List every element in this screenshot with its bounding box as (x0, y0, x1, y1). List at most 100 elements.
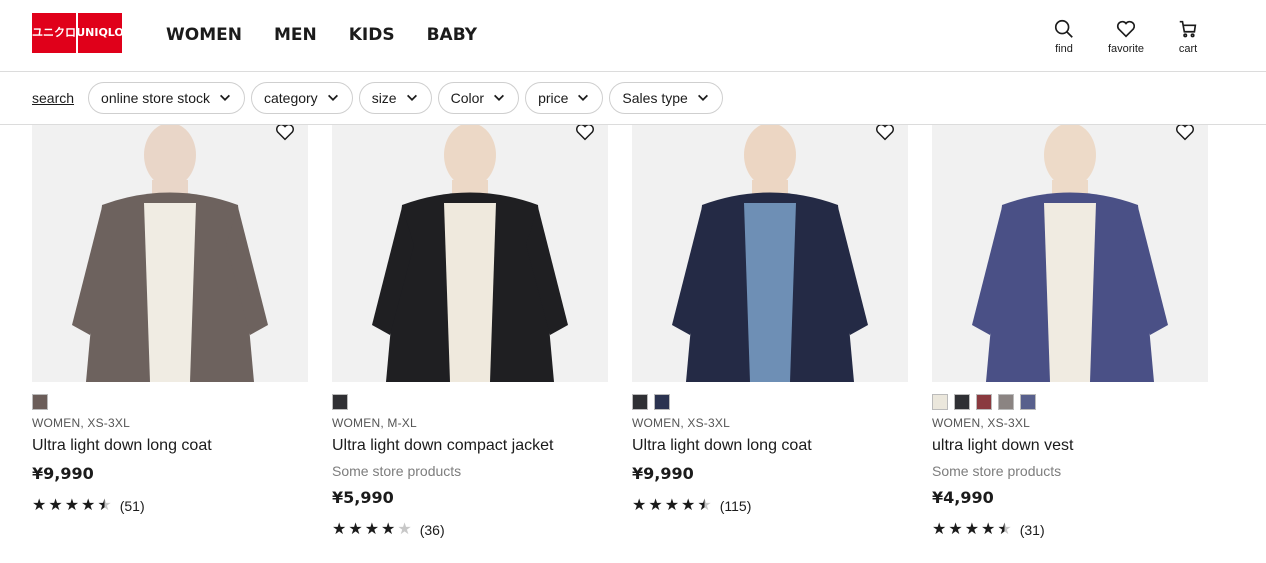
find-label: find (1055, 43, 1073, 55)
chevron-down-icon (219, 94, 230, 101)
color-swatches (32, 394, 308, 410)
find-button[interactable]: find (1044, 18, 1084, 55)
review-count[interactable]: (36) (420, 522, 445, 538)
header-utilities: find favorite cart (1044, 18, 1208, 55)
availability-note: Some store products (932, 463, 1062, 479)
star-icon: ★ (348, 521, 363, 538)
cart-label: cart (1178, 43, 1198, 55)
filter-label: category (263, 90, 318, 106)
star-icon: ★ (397, 521, 412, 538)
star-icon: ★ (697, 497, 712, 514)
product-image[interactable] (632, 125, 908, 382)
product-card[interactable]: WOMEN, XS-3XL ultra light down vest Some… (932, 125, 1208, 538)
filter-category[interactable]: category (250, 82, 353, 114)
color-swatches (332, 394, 608, 410)
model-photo (72, 125, 268, 382)
star-icon: ★ (932, 521, 947, 538)
search-link[interactable]: search (32, 90, 74, 106)
filter-label: online store stock (101, 90, 210, 106)
star-icon: ★ (948, 521, 963, 538)
review-count[interactable]: (115) (720, 498, 752, 514)
star-icon: ★ (32, 497, 47, 514)
color-swatches (632, 394, 908, 410)
heart-icon[interactable] (574, 125, 596, 143)
product-name[interactable]: Ultra light down long coat (32, 437, 308, 455)
filter-label: price (538, 90, 569, 106)
search-icon (1054, 19, 1073, 38)
chevron-down-icon (697, 94, 708, 101)
nav-kids[interactable]: KIDS (349, 25, 395, 45)
star-icon: ★ (632, 497, 647, 514)
star-icon: ★ (64, 497, 80, 514)
uniqlo-logo[interactable]: ユニクロ UNIQLO (32, 13, 124, 53)
product-card[interactable]: WOMEN, M-XL Ultra light down compact jac… (332, 125, 608, 538)
nav-men[interactable]: MEN (274, 25, 317, 45)
color-swatch[interactable] (632, 394, 648, 410)
star-icon: ★ (997, 521, 1012, 538)
filter-color[interactable]: Color (437, 82, 520, 114)
product-price: ¥9,990 (632, 464, 694, 483)
product-image[interactable] (32, 125, 308, 382)
filter-sales-type[interactable]: Sales type (609, 82, 723, 114)
product-rating: ★ ★ ★ ★ ★ (36) (332, 521, 608, 539)
product-image[interactable] (932, 125, 1208, 382)
product-image[interactable] (332, 125, 608, 382)
product-price: ¥4,990 (932, 488, 994, 507)
model-photo (972, 125, 1168, 382)
color-swatch[interactable] (1020, 394, 1036, 410)
cart-icon (1179, 20, 1197, 38)
chevron-down-icon (327, 94, 338, 101)
product-meta: WOMEN, XS-3XL (32, 416, 130, 430)
color-swatch[interactable] (954, 394, 970, 410)
star-icon: ★ (664, 497, 680, 514)
main-nav: WOMEN MEN KIDS BABY (166, 25, 477, 45)
star-icon: ★ (964, 521, 980, 538)
product-name[interactable]: ultra light down vest (932, 437, 1208, 455)
favorite-button[interactable]: favorite (1106, 18, 1146, 55)
heart-icon[interactable] (874, 125, 896, 143)
logo-latin: UNIQLO (76, 26, 124, 39)
review-count[interactable]: (51) (120, 498, 145, 514)
product-card[interactable]: WOMEN, XS-3XL Ultra light down long coat… (632, 125, 908, 538)
filter-price[interactable]: price (525, 82, 604, 114)
star-icon: ★ (81, 497, 96, 514)
color-swatch[interactable] (654, 394, 670, 410)
star-icon: ★ (48, 497, 63, 514)
star-icon: ★ (981, 521, 996, 538)
star-icon: ★ (332, 521, 347, 538)
site-header: ユニクロ UNIQLO WOMEN MEN KIDS BABY find fav… (0, 0, 1266, 72)
product-name[interactable]: Ultra light down compact jacket (332, 437, 608, 455)
cart-button[interactable]: cart (1168, 18, 1208, 55)
chevron-down-icon (578, 94, 589, 101)
star-icon: ★ (681, 497, 696, 514)
filter-bar: search online store stock category size … (0, 72, 1266, 125)
color-swatch[interactable] (32, 394, 48, 410)
product-grid: WOMEN, XS-3XL Ultra light down long coat… (32, 125, 1208, 538)
product-card[interactable]: WOMEN, XS-3XL Ultra light down long coat… (32, 125, 308, 538)
heart-icon (1116, 20, 1136, 38)
star-icon: ★ (364, 521, 380, 538)
model-photo (372, 125, 568, 382)
filter-online-store-stock[interactable]: online store stock (88, 82, 245, 114)
product-name[interactable]: Ultra light down long coat (632, 437, 908, 455)
model-photo (672, 125, 868, 382)
heart-icon[interactable] (274, 125, 296, 143)
logo-latin-block: UNIQLO (76, 13, 124, 53)
logo-katakana-block: ユニクロ (32, 13, 76, 53)
product-meta: WOMEN, XS-3XL (932, 416, 1030, 430)
logo-katakana: ユニクロ (32, 26, 76, 39)
color-swatch[interactable] (932, 394, 948, 410)
product-price: ¥9,990 (32, 464, 94, 483)
review-count[interactable]: (31) (1020, 522, 1045, 538)
filter-size[interactable]: size (358, 82, 432, 114)
star-icon: ★ (381, 521, 396, 538)
product-meta: WOMEN, XS-3XL (632, 416, 730, 430)
heart-icon[interactable] (1174, 125, 1196, 143)
filter-label: Sales type (622, 90, 688, 106)
color-swatch[interactable] (332, 394, 348, 410)
color-swatch[interactable] (976, 394, 992, 410)
color-swatch[interactable] (998, 394, 1014, 410)
availability-note: Some store products (332, 463, 462, 479)
nav-baby[interactable]: BABY (427, 25, 477, 45)
nav-women[interactable]: WOMEN (166, 25, 242, 45)
